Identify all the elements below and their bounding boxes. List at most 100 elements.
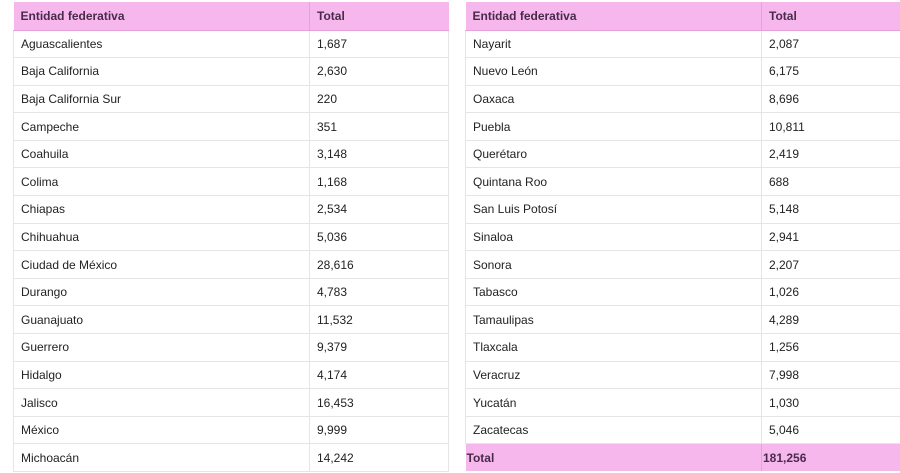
- state-total-cell: 1,026: [761, 278, 900, 307]
- state-total-cell: 8,696: [761, 85, 900, 114]
- table-row: Jalisco 16,453: [13, 388, 449, 417]
- table-row: Sonora 2,207: [465, 250, 900, 279]
- grand-total-row: Total 181,256: [465, 443, 900, 471]
- left-state-table: Entidad federativa Total Aguascalientes 1…: [13, 2, 449, 472]
- table-row: Puebla 10,811: [465, 112, 900, 141]
- state-total-cell: 2,087: [761, 30, 900, 59]
- table-body: Nayarit 2,087 Nuevo León 6,175 Oaxaca 8,696 Pu…: [465, 30, 900, 445]
- column-header-state: Entidad federativa: [465, 2, 762, 31]
- state-total-cell: 5,148: [761, 195, 900, 224]
- state-name-cell: Nayarit: [465, 30, 762, 59]
- state-total-cell: 5,036: [309, 223, 449, 252]
- state-total-cell: 4,174: [309, 361, 449, 390]
- column-header-total: Total: [309, 2, 449, 31]
- state-name-cell: Tamaulipas: [465, 305, 762, 335]
- state-name-cell: Querétaro: [465, 140, 762, 169]
- state-total-cell: 2,207: [761, 250, 900, 279]
- state-name-cell: Guanajuato: [13, 305, 310, 335]
- state-total-cell: 2,534: [309, 195, 449, 224]
- table-row: Guanajuato 11,532: [13, 305, 449, 335]
- table-row: Nayarit 2,087: [465, 30, 900, 59]
- table-body: Aguascalientes 1,687 Baja California 2,630 B…: [13, 30, 449, 472]
- grand-total-label: Total: [465, 443, 762, 471]
- table-row: Querétaro 2,419: [465, 140, 900, 169]
- state-name-cell: Durango: [13, 278, 310, 307]
- state-name-cell: Baja California: [13, 57, 310, 86]
- table-row: Campeche 351: [13, 112, 449, 141]
- state-total-cell: 2,941: [761, 223, 900, 252]
- state-total-cell: 9,999: [309, 416, 449, 445]
- state-name-cell: Guerrero: [13, 333, 310, 362]
- table-row: Hidalgo 4,174: [13, 361, 449, 390]
- table-row: Coahuila 3,148: [13, 140, 449, 169]
- state-total-cell: 9,379: [309, 333, 449, 362]
- state-name-cell: Chihuahua: [13, 223, 310, 252]
- state-name-cell: Sonora: [465, 250, 762, 279]
- state-name-cell: Hidalgo: [13, 361, 310, 390]
- state-name-cell: Nuevo León: [465, 57, 762, 86]
- table-row: San Luis Potosí 5,148: [465, 195, 900, 224]
- state-total-cell: 1,168: [309, 167, 449, 197]
- state-name-cell: Tabasco: [465, 278, 762, 307]
- state-totals-table-right: Entidad federativa Total Nayarit 2,087 Nue…: [465, 2, 900, 471]
- table-row: Tamaulipas 4,289: [465, 305, 900, 335]
- table-row: Quintana Roo 688: [465, 167, 900, 197]
- state-name-cell: Michoacán: [13, 443, 310, 472]
- state-total-cell: 7,998: [761, 361, 900, 390]
- table-row: Durango 4,783: [13, 278, 449, 307]
- state-total-cell: 6,175: [761, 57, 900, 86]
- state-name-cell: Campeche: [13, 112, 310, 141]
- table-header-row: Entidad federativa Total: [465, 2, 900, 31]
- state-totals-table-left: Entidad federativa Total Aguascalientes 1…: [13, 2, 449, 472]
- table-row: Veracruz 7,998: [465, 361, 900, 390]
- table-row: Sinaloa 2,941: [465, 223, 900, 252]
- table-row: Baja California 2,630: [13, 57, 449, 86]
- state-total-cell: 14,242: [309, 443, 449, 472]
- state-name-cell: México: [13, 416, 310, 445]
- state-name-cell: Aguascalientes: [13, 30, 310, 59]
- table-header-row: Entidad federativa Total: [13, 2, 449, 31]
- table-row: Colima 1,168: [13, 167, 449, 197]
- column-header-total: Total: [761, 2, 900, 31]
- table-row: Guerrero 9,379: [13, 333, 449, 362]
- table-row: Zacatecas 5,046: [465, 416, 900, 445]
- state-name-cell: Chiapas: [13, 195, 310, 224]
- state-name-cell: Veracruz: [465, 361, 762, 390]
- state-total-cell: 220: [309, 85, 449, 114]
- table-row: Tabasco 1,026: [465, 278, 900, 307]
- right-state-table: Entidad federativa Total Nayarit 2,087 Nue…: [465, 2, 900, 471]
- table-row: Ciudad de México 28,616: [13, 250, 449, 279]
- table-row: Nuevo León 6,175: [465, 57, 900, 86]
- state-name-cell: Baja California Sur: [13, 85, 310, 114]
- state-total-cell: 10,811: [761, 112, 900, 141]
- column-header-state: Entidad federativa: [13, 2, 310, 31]
- state-name-cell: Sinaloa: [465, 223, 762, 252]
- table-row: Chiapas 2,534: [13, 195, 449, 224]
- state-total-cell: 4,783: [309, 278, 449, 307]
- state-total-cell: 1,687: [309, 30, 449, 59]
- table-row: Baja California Sur 220: [13, 85, 449, 114]
- state-total-cell: 688: [761, 167, 900, 197]
- table-row: Yucatán 1,030: [465, 388, 900, 417]
- state-total-cell: 2,630: [309, 57, 449, 86]
- state-name-cell: Jalisco: [13, 388, 310, 417]
- state-name-cell: Zacatecas: [465, 416, 762, 445]
- table-row: Tlaxcala 1,256: [465, 333, 900, 362]
- state-total-cell: 4,289: [761, 305, 900, 335]
- state-total-cell: 5,046: [761, 416, 900, 445]
- table-row: Aguascalientes 1,687: [13, 30, 449, 59]
- state-name-cell: Colima: [13, 167, 310, 197]
- state-total-cell: 351: [309, 112, 449, 141]
- state-name-cell: San Luis Potosí: [465, 195, 762, 224]
- state-name-cell: Coahuila: [13, 140, 310, 169]
- state-total-cell: 2,419: [761, 140, 900, 169]
- state-name-cell: Yucatán: [465, 388, 762, 417]
- state-total-cell: 1,030: [761, 388, 900, 417]
- grand-total-value: 181,256: [761, 443, 900, 471]
- state-total-cell: 16,453: [309, 388, 449, 417]
- table-row: México 9,999: [13, 416, 449, 445]
- state-total-cell: 1,256: [761, 333, 900, 362]
- state-name-cell: Quintana Roo: [465, 167, 762, 197]
- state-total-cell: 11,532: [309, 305, 449, 335]
- state-name-cell: Oaxaca: [465, 85, 762, 114]
